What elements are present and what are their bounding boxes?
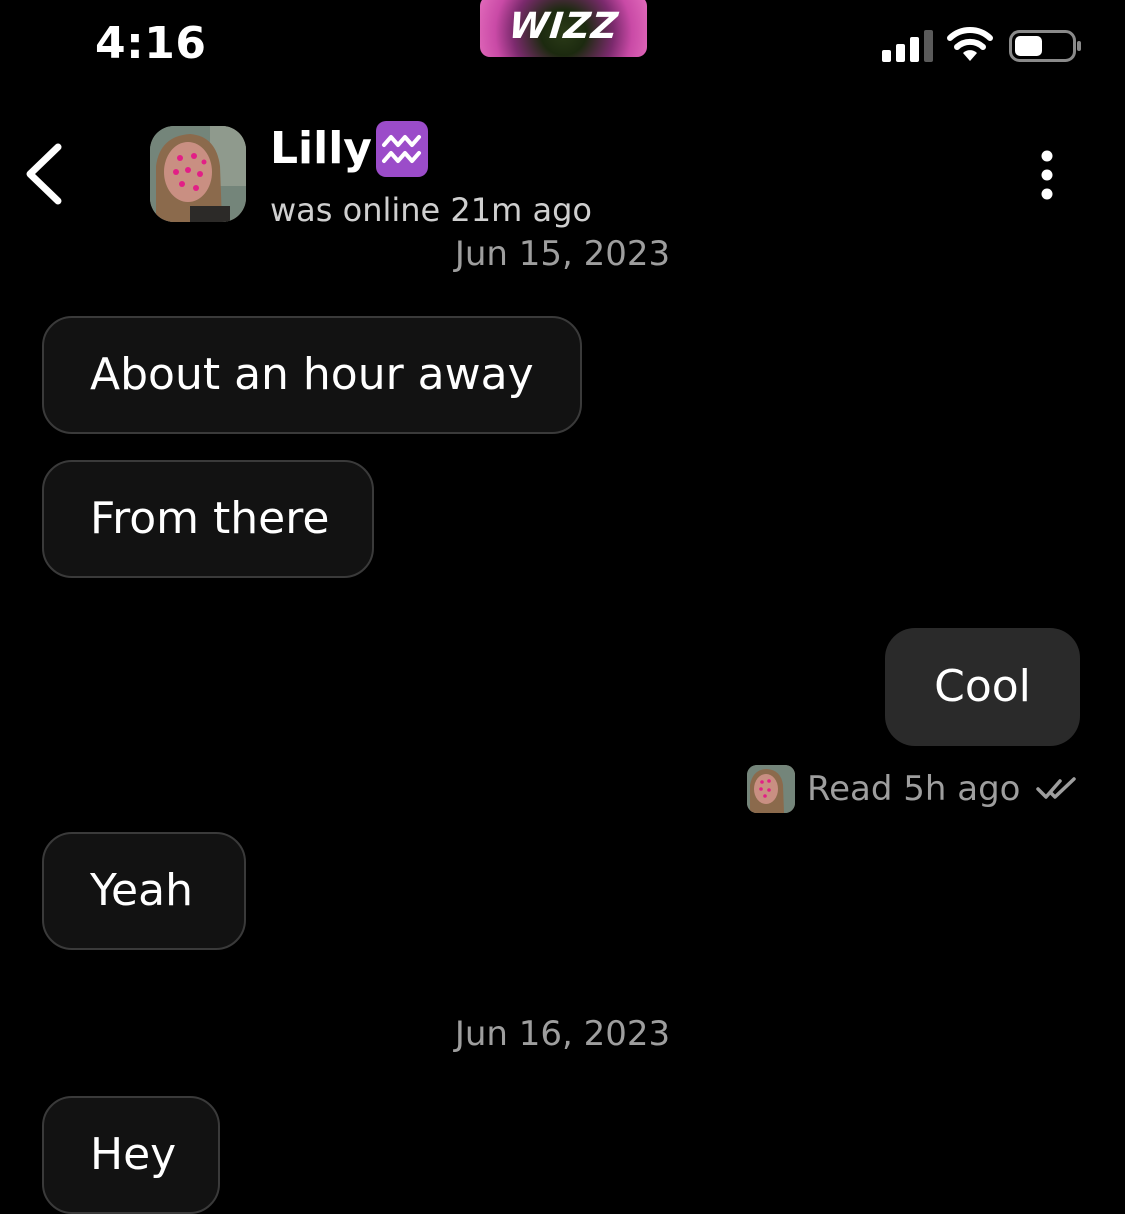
- reader-avatar-photo-icon: [747, 765, 795, 813]
- brand-label: WIZZ: [506, 6, 621, 47]
- cellular-signal-icon: [882, 30, 933, 62]
- message-bubble-outgoing[interactable]: Cool: [885, 628, 1080, 746]
- contact-avatar[interactable]: [150, 126, 246, 222]
- contact-name-text: Lilly: [270, 123, 372, 174]
- battery-icon: [1009, 30, 1081, 62]
- message-bubble-incoming[interactable]: From there: [42, 460, 374, 578]
- message-text: About an hour away: [90, 349, 534, 400]
- message-text: Cool: [934, 661, 1031, 712]
- date-separator: Jun 15, 2023: [454, 234, 671, 274]
- message-text: From there: [90, 493, 330, 544]
- more-options-icon[interactable]: [1026, 146, 1068, 204]
- message-bubble-incoming[interactable]: Yeah: [42, 832, 246, 950]
- read-status-text: Read 5h ago: [807, 769, 1021, 809]
- avatar-photo-icon: [150, 126, 246, 222]
- message-bubble-incoming[interactable]: About an hour away: [42, 316, 582, 434]
- app-brand-badge: WIZZ: [480, 0, 647, 57]
- status-time: 4:16: [95, 18, 207, 69]
- online-status: was online 21m ago: [270, 191, 592, 229]
- double-check-icon: [1036, 777, 1077, 799]
- wifi-icon: [947, 27, 993, 61]
- read-receipt: Read 5h ago: [747, 765, 1078, 813]
- aquarius-icon: [375, 121, 428, 177]
- message-text: Yeah: [90, 865, 193, 916]
- reader-avatar: [747, 765, 795, 813]
- message-text: Hey: [90, 1129, 177, 1180]
- date-separator: Jun 16, 2023: [454, 1014, 671, 1054]
- message-bubble-incoming[interactable]: Hey: [42, 1096, 220, 1214]
- back-chevron-icon[interactable]: [22, 141, 66, 207]
- contact-name[interactable]: Lilly: [270, 118, 428, 180]
